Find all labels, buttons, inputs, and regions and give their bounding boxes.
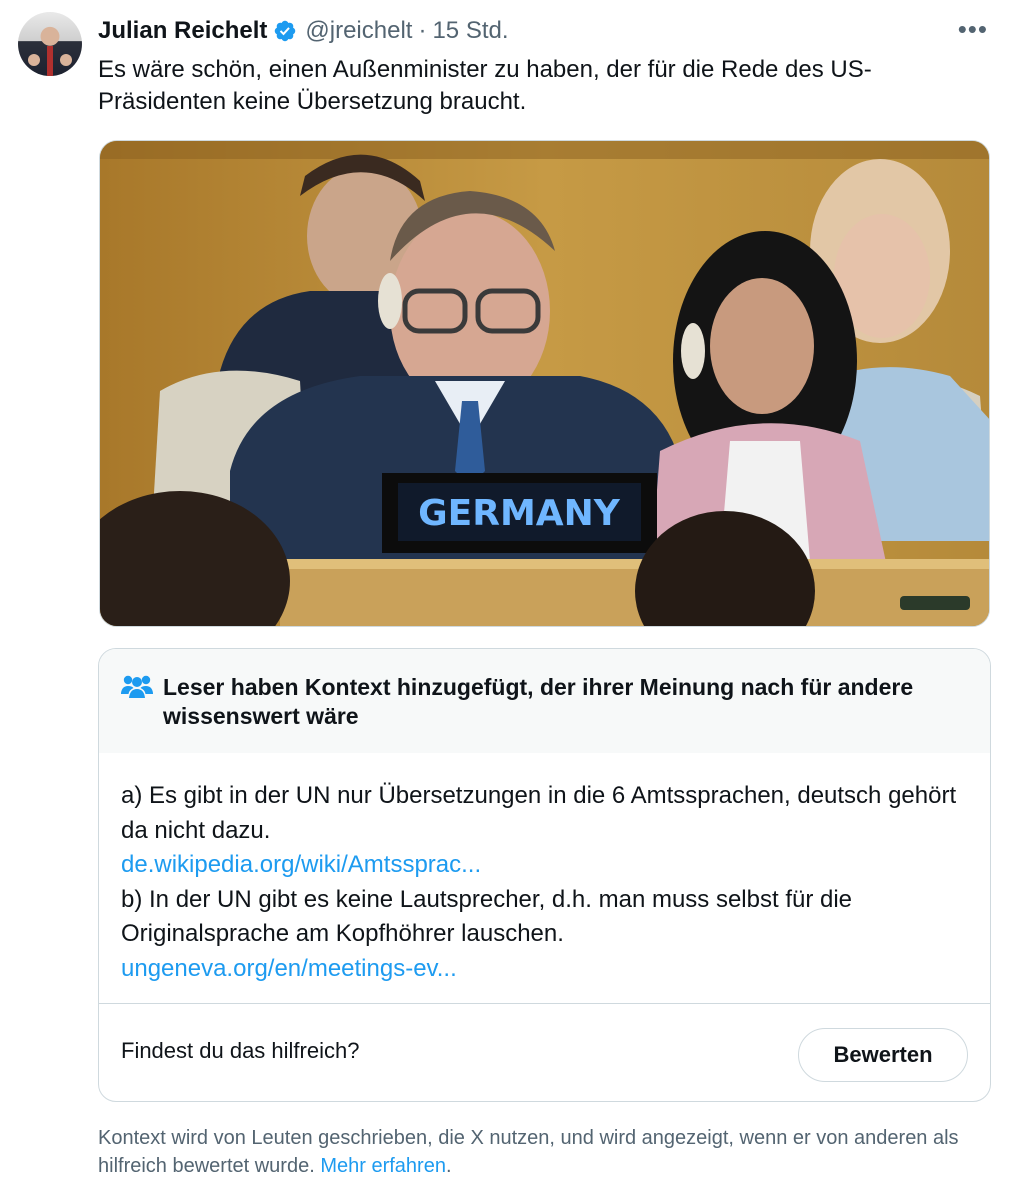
woman-face (710, 278, 814, 414)
more-dots-icon[interactable]: ••• (958, 16, 988, 42)
learn-more-link[interactable]: Mehr erfahren (320, 1155, 446, 1177)
helpful-question: Findest du das hilfreich? (121, 1038, 360, 1063)
avatar-hand-left (28, 54, 40, 66)
community-note-body: a) Es gibt in der UN nur Übersetzungen i… (99, 753, 990, 1003)
community-note: Leser haben Kontext hinzugefügt, der ihr… (98, 648, 991, 1102)
desk-phone (900, 596, 970, 610)
verified-badge-icon (273, 19, 297, 43)
avatar-tie (47, 46, 53, 76)
desk-edge (280, 559, 989, 569)
headphone-left (378, 273, 402, 329)
tweet-timestamp[interactable]: 15 Std. (432, 17, 508, 45)
community-note-title: Leser haben Kontext hinzugefügt, der ihr… (163, 674, 914, 729)
rate-button[interactable]: Bewerten (798, 1028, 968, 1082)
note-point-a: a) Es gibt in der UN nur Übersetzungen i… (121, 782, 957, 844)
footer-period: . (445, 1155, 452, 1177)
author-display-name[interactable]: Julian Reichelt (98, 17, 267, 45)
community-note-header: Leser haben Kontext hinzugefügt, der ihr… (99, 649, 990, 753)
nameplate-text: GERMANY (418, 493, 621, 534)
author-avatar[interactable] (18, 12, 82, 76)
wall-shadow (100, 141, 989, 159)
context-footer: Kontext wird von Leuten geschrieben, die… (98, 1124, 978, 1180)
note-link-a[interactable]: de.wikipedia.org/wiki/Amtssprac... (121, 848, 968, 883)
tweet-header: Julian Reichelt @jreichelt · 15 Std. (98, 16, 509, 46)
community-people-icon (119, 673, 155, 701)
tweet-text: Es wäre schön, einen Außenminister zu ha… (98, 56, 872, 115)
tweet-photo[interactable]: GERMANY (99, 140, 990, 627)
header-separator: · (418, 17, 427, 44)
footer-text: Kontext wird von Leuten geschrieben, die… (98, 1127, 959, 1177)
avatar-hand-right (60, 54, 72, 66)
community-note-rating: Findest du das hilfreich? Bewerten (99, 1003, 990, 1101)
author-handle[interactable]: @jreichelt (305, 17, 412, 45)
note-point-b: b) In der UN gibt es keine Lautsprecher,… (121, 885, 853, 948)
headphone-woman (681, 323, 705, 379)
desk (280, 561, 989, 626)
note-link-b[interactable]: ungeneva.org/en/meetings-ev... (121, 952, 968, 987)
